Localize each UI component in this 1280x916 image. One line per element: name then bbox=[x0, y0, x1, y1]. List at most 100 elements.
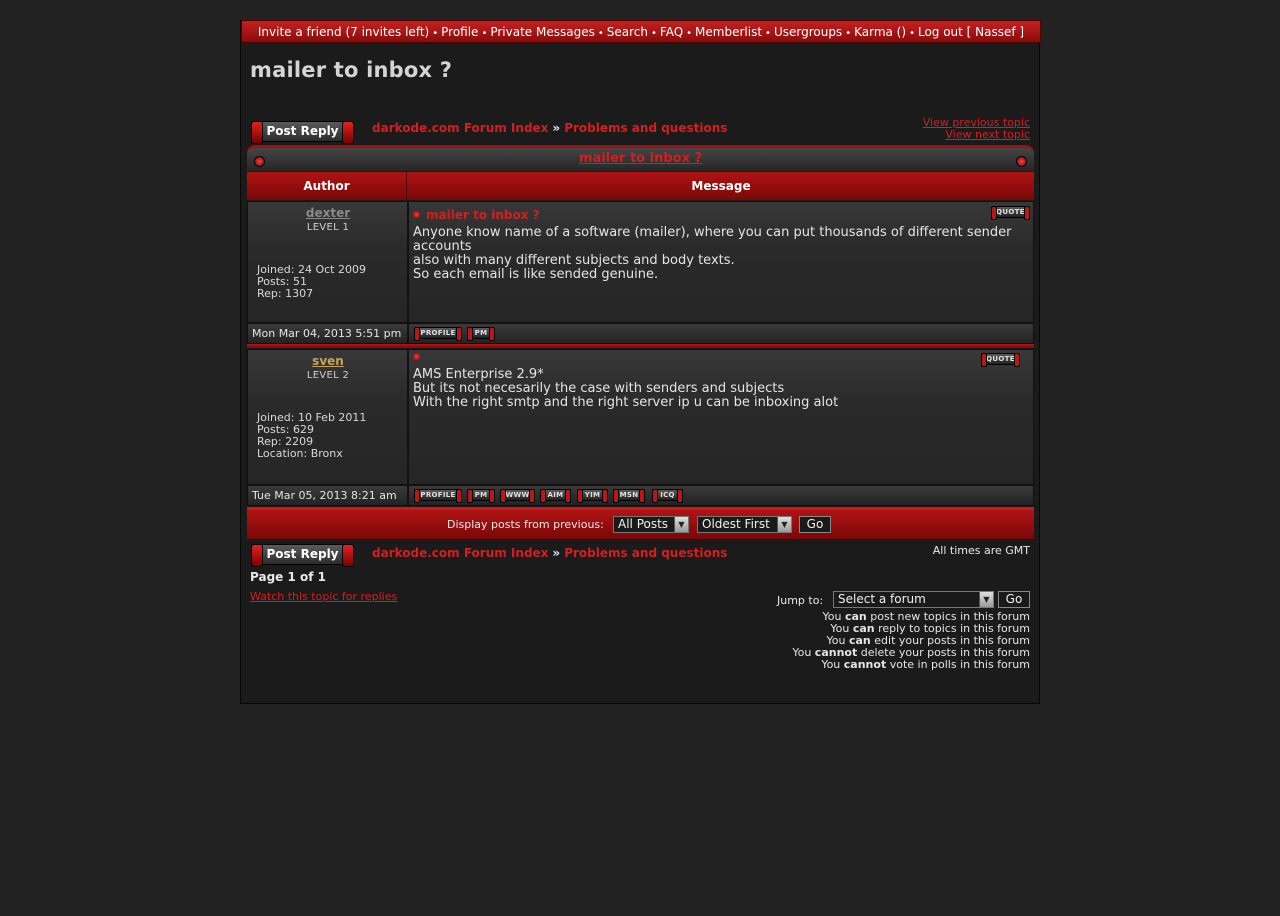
post-actions-cell: PROFILE PM bbox=[408, 323, 1034, 344]
nav-search-link[interactable]: Search bbox=[607, 25, 648, 39]
nav-separator: • bbox=[481, 28, 488, 39]
jump-to-label: Jump to: bbox=[777, 594, 824, 607]
nav-separator: • bbox=[686, 28, 693, 39]
post-reply-button[interactable]: Post Reply bbox=[251, 121, 354, 144]
author-details: Joined: 24 Oct 2009 Posts: 51 Rep: 1307 bbox=[257, 264, 366, 300]
chevron-down-icon: ▼ bbox=[979, 592, 993, 607]
author-level: LEVEL 1 bbox=[306, 222, 350, 233]
post-icon bbox=[413, 211, 420, 218]
page-indicator: Page 1 of 1 bbox=[250, 570, 326, 584]
post-order-select[interactable]: Oldest First ▼ bbox=[697, 516, 792, 533]
page-wrapper: Invite a friend (7 invites left) • Profile… bbox=[240, 20, 1041, 704]
nav-separator: • bbox=[909, 28, 915, 39]
chevron-down-icon: ▼ bbox=[777, 517, 791, 532]
pm-button[interactable]: PM bbox=[467, 489, 495, 503]
post-time-cell: Mon Mar 04, 2013 5:51 pm bbox=[247, 323, 408, 344]
author-rep: Rep: 1307 bbox=[257, 287, 314, 300]
breadcrumb-forum-index[interactable]: darkode.com Forum Index bbox=[372, 121, 548, 135]
ornament-dot-icon bbox=[1016, 156, 1027, 167]
breadcrumb-problems-and-questions[interactable]: Problems and questions bbox=[564, 121, 727, 135]
post-body-line: So each email is like sended genuine. bbox=[413, 267, 659, 282]
display-options-bar: Display posts from previous: All Posts ▼ … bbox=[247, 507, 1034, 539]
nav-private-messages-link[interactable]: Private Messages bbox=[490, 25, 595, 39]
author-name-link[interactable]: dexter bbox=[248, 206, 408, 220]
nav-memberlist-link[interactable]: Memberlist bbox=[695, 25, 762, 39]
author-details: Joined: 10 Feb 2011 Posts: 629 Rep: 2209… bbox=[257, 412, 366, 460]
post-message-cell: mailer to inbox ? QUOTE Anyone know name… bbox=[408, 201, 1034, 323]
message-column-header: Message bbox=[691, 179, 751, 193]
pm-button[interactable]: PM bbox=[467, 327, 495, 341]
post-body-line: With the right smtp and the right server… bbox=[413, 395, 839, 410]
column-header-row: Author Message bbox=[247, 172, 1034, 200]
quote-button[interactable]: QUOTE bbox=[991, 206, 1030, 220]
nav-usergroups-link[interactable]: Usergroups bbox=[774, 25, 842, 39]
nav-separator: • bbox=[845, 28, 852, 39]
post-subject-text: mailer to inbox ? bbox=[426, 208, 540, 222]
nav-separator: • bbox=[597, 28, 604, 39]
jump-to-value: Select a forum bbox=[838, 592, 926, 606]
post-message-cell: QUOTE AMS Enterprise 2.9* But its not ne… bbox=[408, 349, 1034, 485]
breadcrumb-forum-index[interactable]: darkode.com Forum Index bbox=[372, 546, 548, 560]
nav-invite-link[interactable]: Invite a friend (7 invites left) bbox=[258, 25, 429, 39]
post-author-cell: dexter LEVEL 1 Joined: 24 Oct 2009 Posts… bbox=[247, 201, 408, 323]
post-author-cell: sven LEVEL 2 Joined: 10 Feb 2011 Posts: … bbox=[247, 349, 408, 485]
post-time: Mon Mar 04, 2013 5:51 pm bbox=[252, 327, 402, 340]
post-divider bbox=[247, 344, 1034, 348]
aim-button[interactable]: AIM bbox=[540, 489, 571, 503]
post-subject: mailer to inbox ? bbox=[413, 208, 540, 222]
icq-button[interactable]: ICQ bbox=[652, 489, 683, 503]
msn-button[interactable]: MSN bbox=[613, 489, 645, 503]
post-time: Tue Mar 05, 2013 8:21 am bbox=[252, 489, 397, 502]
post-range-value: All Posts bbox=[618, 517, 669, 531]
post-body-line: But its not necesarily the case with sen… bbox=[413, 381, 785, 396]
permission-bold: cannot bbox=[843, 658, 887, 671]
table-title[interactable]: mailer to inbox ? bbox=[247, 151, 1034, 166]
breadcrumb-separator: » bbox=[552, 121, 561, 135]
permission-pre: You bbox=[792, 646, 815, 659]
top-nav: Invite a friend (7 invites left) • Profile… bbox=[241, 20, 1041, 43]
nav-separator: • bbox=[650, 28, 657, 39]
permission-post: vote in polls in this forum bbox=[886, 658, 1030, 671]
permission-pre: You bbox=[821, 658, 844, 671]
author-level: LEVEL 2 bbox=[306, 370, 350, 381]
breadcrumb: darkode.com Forum Index » Problems and que… bbox=[372, 121, 727, 135]
forum-permissions: You can post new topics in this forum Yo… bbox=[792, 611, 1030, 671]
chevron-down-icon: ▼ bbox=[674, 517, 688, 532]
post-order-value: Oldest First bbox=[702, 517, 770, 531]
page-title: mailer to inbox ? bbox=[250, 58, 453, 82]
www-button[interactable]: WWW bbox=[500, 489, 535, 503]
post-body-line: AMS Enterprise 2.9* bbox=[413, 367, 544, 382]
author-column-header: Author bbox=[247, 172, 407, 200]
jump-to-select[interactable]: Select a forum ▼ bbox=[833, 591, 994, 608]
nav-karma-link[interactable]: Karma () bbox=[854, 25, 906, 39]
post-actions-cell: PROFILE PM WWW AIM YIM MSN ICQ bbox=[408, 485, 1034, 506]
display-go-button[interactable]: Go bbox=[799, 516, 831, 533]
breadcrumb-separator: » bbox=[552, 546, 561, 560]
quote-button[interactable]: QUOTE bbox=[981, 353, 1020, 367]
timezone-note: All times are GMT bbox=[932, 544, 1030, 557]
post-icon bbox=[413, 353, 420, 360]
yim-button[interactable]: YIM bbox=[577, 489, 608, 503]
nav-profile-link[interactable]: Profile bbox=[441, 25, 478, 39]
jump-go-button[interactable]: Go bbox=[998, 591, 1030, 608]
profile-button[interactable]: PROFILE bbox=[414, 327, 462, 341]
nav-separator: • bbox=[432, 28, 439, 39]
watch-topic-link[interactable]: Watch this topic for replies bbox=[250, 590, 397, 603]
post-body: AMS Enterprise 2.9* But its not necesari… bbox=[413, 368, 1013, 410]
breadcrumb-problems-and-questions[interactable]: Problems and questions bbox=[564, 546, 727, 560]
post-reply-button[interactable]: Post Reply bbox=[251, 544, 354, 567]
post-time-cell: Tue Mar 05, 2013 8:21 am bbox=[247, 485, 408, 506]
display-posts-label: Display posts from previous: bbox=[447, 518, 604, 531]
view-next-topic-link[interactable]: View next topic bbox=[923, 129, 1030, 141]
permission-line: You cannot vote in polls in this forum bbox=[792, 659, 1030, 671]
post-body-line: Anyone know name of a software (mailer),… bbox=[413, 225, 1012, 254]
breadcrumb: darkode.com Forum Index » Problems and que… bbox=[372, 546, 727, 560]
nav-logout-link[interactable]: Log out [ Nassef ] bbox=[918, 25, 1024, 39]
profile-button[interactable]: PROFILE bbox=[414, 489, 462, 503]
post-body: Anyone know name of a software (mailer),… bbox=[413, 226, 1013, 282]
posts-table: mailer to inbox ? Author Message dexter … bbox=[247, 145, 1034, 540]
author-name-link[interactable]: sven bbox=[248, 354, 408, 368]
post-body-line: also with many different subjects and bo… bbox=[413, 253, 735, 268]
post-range-select[interactable]: All Posts ▼ bbox=[613, 516, 689, 533]
nav-faq-link[interactable]: FAQ bbox=[660, 25, 683, 39]
